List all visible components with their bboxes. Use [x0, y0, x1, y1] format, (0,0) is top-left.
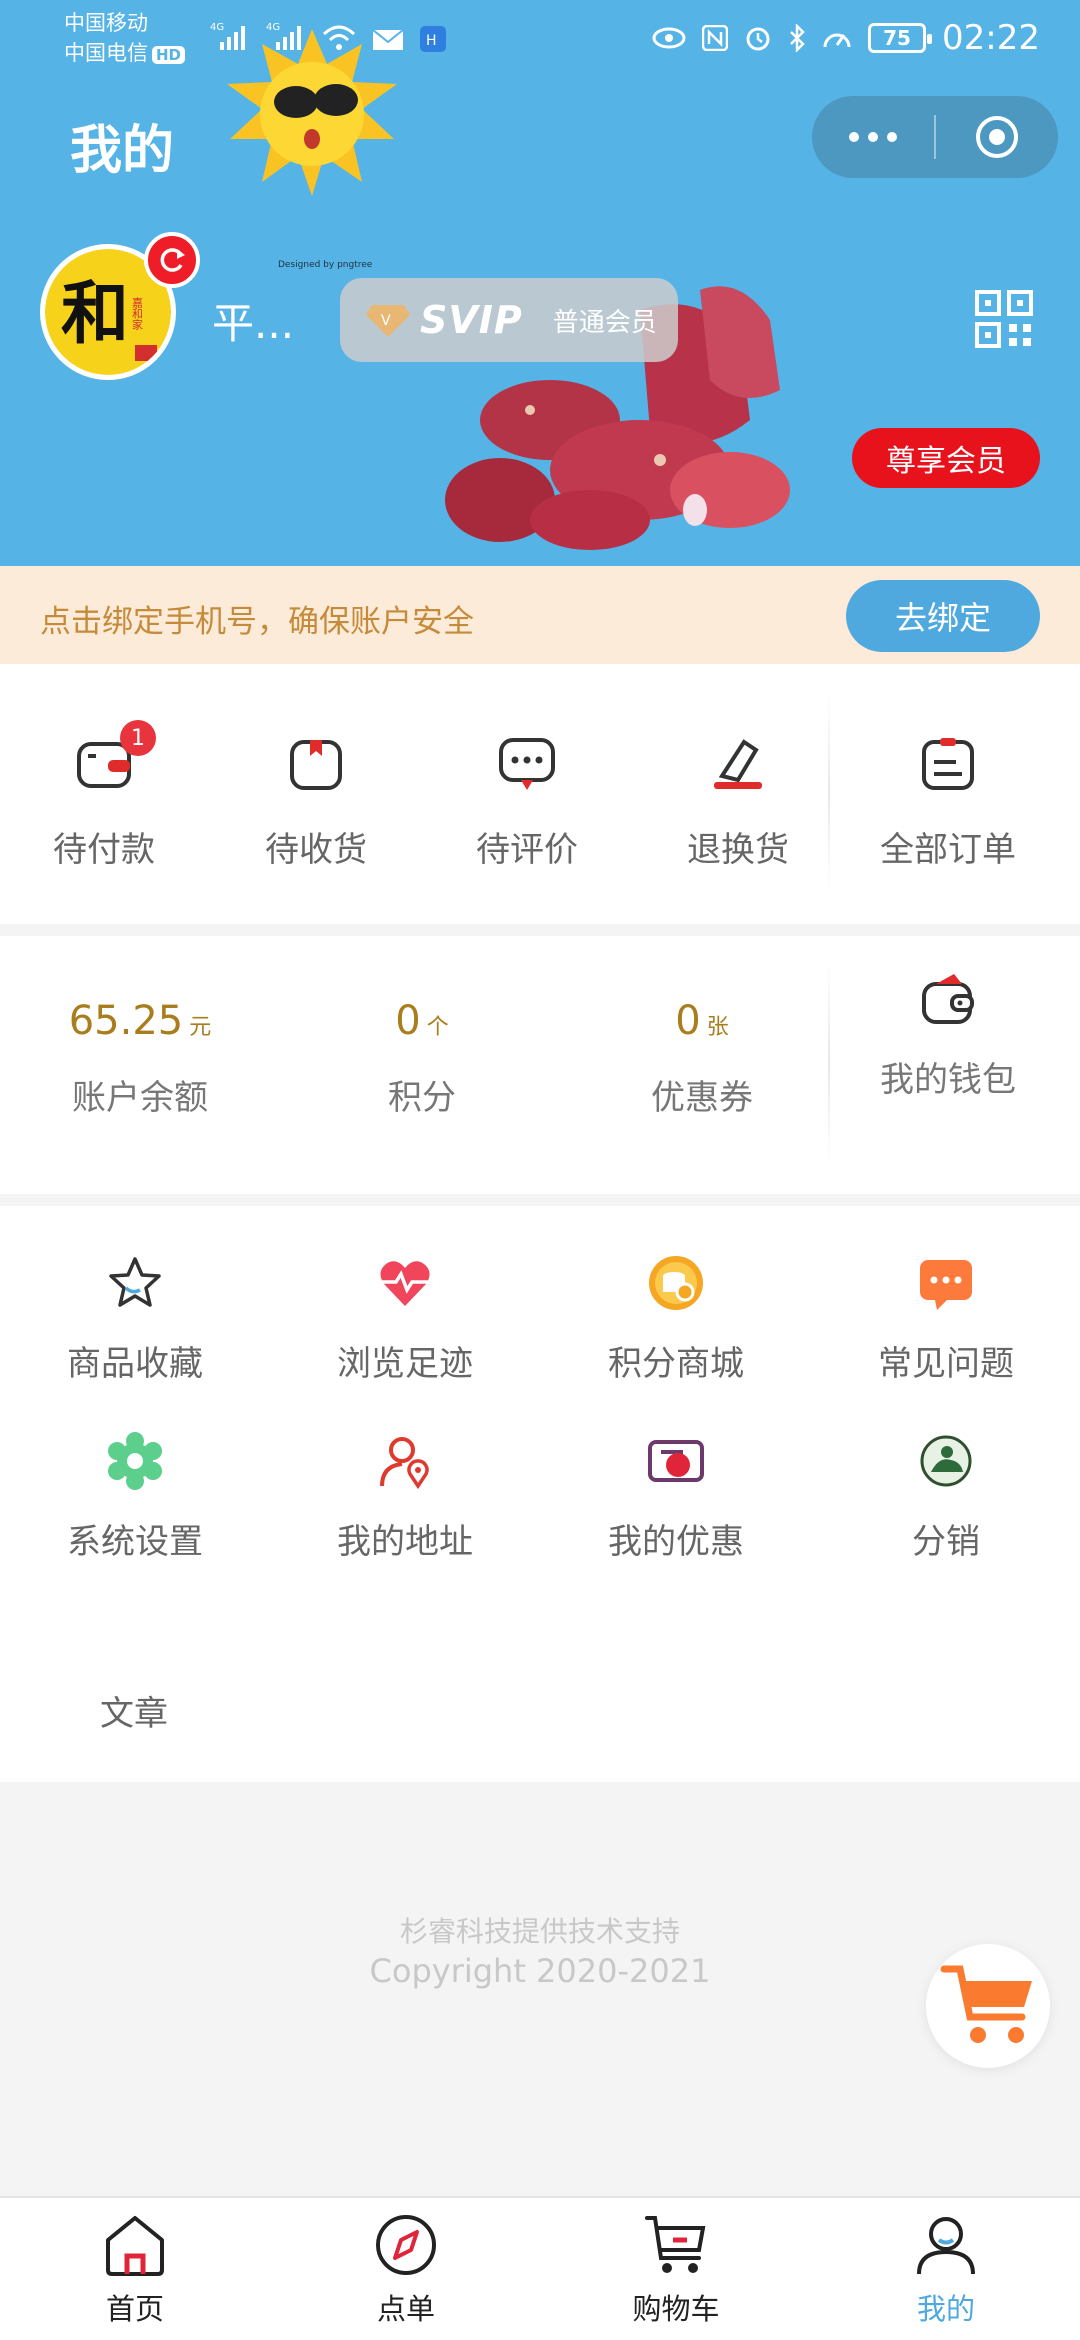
exclusive-member-button[interactable]: 尊享会员: [852, 428, 1040, 488]
service-my-discounts[interactable]: 我的优惠: [576, 1432, 776, 1563]
carrier-info: 中国移动 中国电信 HD: [64, 8, 186, 68]
order-list-icon: [922, 738, 974, 790]
member-level: 普通会员: [552, 307, 657, 338]
service-settings[interactable]: 系统设置: [35, 1432, 235, 1563]
order-pending-review[interactable]: 待评价: [457, 734, 597, 871]
bind-phone-text: 点击绑定手机号，确保账户安全: [40, 604, 474, 640]
wallet-card: 65.25 元 账户余额 0个 积分 0张 优惠券 我的钱包: [0, 936, 1080, 1194]
mini-program-capsule: [812, 96, 1058, 178]
chat-bubble-icon: [920, 1260, 972, 1310]
bluetooth-icon: [790, 24, 805, 52]
service-faq[interactable]: 常见问题: [846, 1254, 1046, 1385]
service-distribution[interactable]: 分销: [846, 1432, 1046, 1563]
refresh-avatar-button[interactable]: [144, 232, 200, 288]
service-history[interactable]: 浏览足迹: [305, 1254, 505, 1385]
diamond-icon: V: [366, 305, 410, 337]
carrier-1: 中国移动: [64, 11, 148, 35]
user-icon: [917, 2217, 975, 2275]
qr-code-icon[interactable]: [975, 290, 1033, 348]
floating-cart-button[interactable]: [926, 1944, 1050, 2068]
page-title: 我的: [70, 121, 175, 181]
app-notification-icon: H: [420, 26, 446, 52]
comment-icon: [499, 738, 555, 790]
svg-text:4G: 4G: [210, 22, 224, 33]
cart-icon: [940, 1965, 1032, 2043]
carrier-2: 中国电信 HD: [64, 38, 186, 68]
signal-icon: 4G: [266, 22, 301, 50]
more-button[interactable]: [812, 96, 934, 178]
home-icon: [106, 2216, 164, 2276]
order-all[interactable]: 全部订单: [878, 734, 1018, 871]
alarm-icon: [746, 27, 770, 51]
wallet-icon: [922, 974, 974, 1024]
service-points-mall[interactable]: 积分商城: [576, 1254, 776, 1385]
order-returns[interactable]: 退换货: [668, 734, 808, 871]
service-address[interactable]: 我的地址: [305, 1432, 505, 1563]
svg-text:嘉和家: 嘉和家: [131, 296, 144, 330]
tab-home[interactable]: 首页: [55, 2212, 215, 2328]
bottom-tab-bar: 首页 点单 购物车 我的: [0, 2196, 1080, 2340]
account-balance[interactable]: 65.25 元 账户余额: [50, 998, 230, 1119]
bind-phone-button[interactable]: 去绑定: [846, 580, 1040, 652]
tech-support-text: 杉睿科技提供技术支持: [399, 1915, 680, 1948]
svip-label: SVIP: [420, 298, 523, 342]
coupon-icon: [648, 1440, 704, 1482]
orders-card: 1 待付款 待收货 待评价 退换货 全部订单: [0, 664, 1080, 924]
profile-page: Designed by pngtree 中国移动 中国电信 HD 4G 4G H …: [0, 0, 1080, 2340]
tab-order[interactable]: 点单: [326, 2212, 486, 2328]
pending-payment-badge: 1: [120, 720, 156, 756]
battery-indicator: 75: [868, 23, 933, 53]
bind-phone-bar: 点击绑定手机号，确保账户安全 去绑定: [0, 566, 1080, 664]
signal-icons: 4G 4G H: [210, 20, 446, 52]
nfc-icon: [702, 25, 729, 51]
refresh-icon: [160, 248, 185, 272]
eraser-icon: [714, 739, 762, 789]
profile-header: Designed by pngtree 中国移动 中国电信 HD 4G 4G H …: [0, 0, 1080, 566]
order-pending-payment[interactable]: 1 待付款: [34, 720, 174, 871]
eye-icon: [652, 27, 686, 49]
wifi-icon: [322, 25, 356, 50]
target-icon: [976, 116, 1018, 158]
distribution-icon: [920, 1435, 972, 1487]
status-bar: 中国移动 中国电信 HD 4G 4G H 75 02:22: [0, 0, 1080, 80]
signal-icon: 4G: [210, 22, 245, 50]
hd-badge: HD: [152, 46, 186, 64]
username[interactable]: 平...: [212, 290, 294, 351]
compass-icon: [376, 2215, 436, 2275]
coupons[interactable]: 0张 优惠券: [612, 998, 792, 1119]
mail-icon: [372, 29, 404, 50]
status-time: 02:22: [942, 18, 1040, 58]
package-icon: [290, 740, 342, 790]
svg-text:H: H: [426, 33, 437, 49]
tab-cart[interactable]: 购物车: [596, 2212, 756, 2328]
svg-text:V: V: [381, 313, 391, 329]
article-link[interactable]: 文章: [100, 1686, 168, 1735]
services-grid: 商品收藏 浏览足迹 积分商城 常见问题 系统设置 我的地址 我的优惠 分销 文章: [0, 1206, 1080, 1782]
address-icon: [380, 1437, 429, 1490]
my-wallet[interactable]: 我的钱包: [868, 970, 1028, 1101]
service-favorites[interactable]: 商品收藏: [35, 1254, 235, 1385]
heartbeat-icon: [380, 1261, 430, 1306]
speed-icon: [823, 33, 851, 48]
close-miniprogram-button[interactable]: [936, 96, 1058, 178]
status-right: 75 02:22: [652, 18, 1040, 58]
svg-text:和: 和: [61, 274, 129, 354]
svip-card[interactable]: V SVIP 普通会员: [340, 278, 678, 362]
gear-icon: [108, 1432, 162, 1490]
star-icon: [109, 1257, 161, 1307]
cart-icon: [645, 2216, 706, 2273]
coin-icon: [649, 1256, 703, 1310]
order-pending-receipt[interactable]: 待收货: [246, 734, 386, 871]
points[interactable]: 0个 积分: [332, 998, 512, 1119]
svg-text:4G: 4G: [266, 22, 280, 33]
tab-mine[interactable]: 我的: [866, 2212, 1026, 2328]
sun-caption: Designed by pngtree: [278, 260, 373, 270]
copyright-text: Copyright 2020-2021: [369, 1952, 711, 1990]
